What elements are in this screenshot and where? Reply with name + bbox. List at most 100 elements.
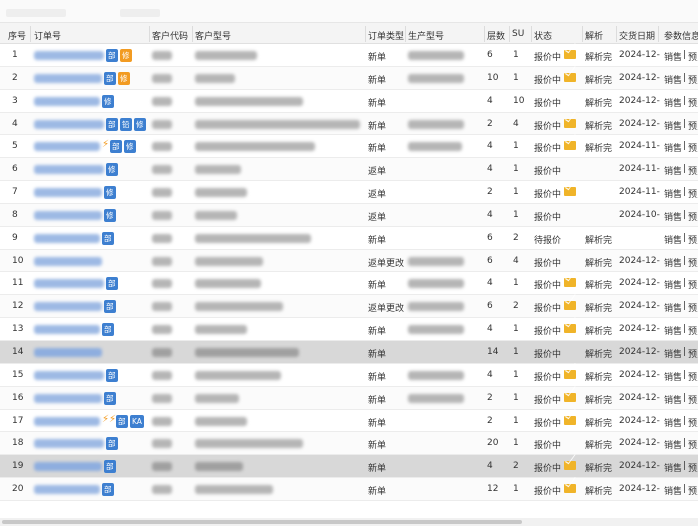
mail-icon[interactable] <box>564 72 576 82</box>
table-row[interactable]: 20 部 新单 12 1 报价中 解析完 2024-12- 销售|预览 <box>0 478 698 501</box>
order-number-link[interactable] <box>34 393 102 403</box>
order-number-link[interactable] <box>34 119 104 129</box>
sales-link[interactable]: 销售 <box>664 278 682 291</box>
preview-link[interactable]: 预览 <box>688 187 698 200</box>
sales-link[interactable]: 销售 <box>664 141 682 154</box>
sales-link[interactable]: 销售 <box>664 73 682 86</box>
preview-link[interactable]: 预览 <box>688 370 698 383</box>
table-row[interactable]: 5 ⚡部修 新单 4 1 报价中 解析完 2024-11- 销售|预览 <box>0 135 698 159</box>
col-production-model[interactable]: 生产型号 <box>408 29 444 42</box>
table-row[interactable]: 7 修 返单 2 1 报价中 2024-11- 销售|预览 <box>0 181 698 204</box>
preview-link[interactable]: 预览 <box>688 461 698 474</box>
sales-link[interactable]: 销售 <box>664 324 682 337</box>
table-row[interactable]: 8 修 返单 4 1 报价中 2024-10- 销售|预览 <box>0 203 698 227</box>
table-row[interactable]: 9 部 新单 6 2 待报价 解析完 销售|预览 <box>0 226 698 250</box>
sales-link[interactable]: 销售 <box>664 393 682 406</box>
table-row[interactable]: 3 修 新单 4 10 报价中 解析完 2024-12- 销售|预览 <box>0 89 698 113</box>
sales-link[interactable]: 销售 <box>664 484 682 497</box>
order-number-link[interactable] <box>34 416 100 426</box>
sales-link[interactable]: 销售 <box>664 438 682 451</box>
order-number-link[interactable] <box>34 142 100 152</box>
col-params[interactable]: 参数信息 <box>664 29 698 42</box>
sales-link[interactable]: 销售 <box>664 370 682 383</box>
sales-link[interactable]: 销售 <box>664 233 682 246</box>
table-row[interactable]: 4 部铅修 新单 2 4 报价中 解析完 2024-12- 销售|预览 <box>0 112 698 136</box>
mail-icon[interactable] <box>564 187 576 197</box>
sales-link[interactable]: 销售 <box>664 256 682 269</box>
preview-link[interactable]: 预览 <box>688 73 698 86</box>
preview-link[interactable]: 预览 <box>688 484 698 497</box>
order-number-link[interactable] <box>34 370 104 380</box>
preview-link[interactable]: 预览 <box>688 119 698 132</box>
order-number-link[interactable] <box>34 51 104 60</box>
sales-link[interactable]: 销售 <box>664 416 682 429</box>
col-customer-code[interactable]: 客户代码 <box>152 29 188 42</box>
col-order-no[interactable]: 订单号 <box>34 29 61 42</box>
preview-link[interactable]: 预览 <box>688 233 698 246</box>
sales-link[interactable]: 销售 <box>664 461 682 474</box>
sales-link[interactable]: 销售 <box>664 301 682 314</box>
col-seq[interactable]: 序号 <box>8 29 26 42</box>
order-number-link[interactable] <box>34 325 100 335</box>
order-number-link[interactable] <box>34 96 100 106</box>
preview-link[interactable]: 预览 <box>688 164 698 177</box>
preview-link[interactable]: 预览 <box>688 416 698 429</box>
order-number-link[interactable] <box>34 256 102 266</box>
table-row[interactable]: 13 部 新单 4 1 报价中 解析完 2024-12- 销售|预览 <box>0 318 698 341</box>
sales-link[interactable]: 销售 <box>664 119 682 132</box>
horizontal-scrollbar[interactable] <box>0 518 698 526</box>
col-parse[interactable]: 解析 <box>585 29 603 42</box>
mail-icon[interactable] <box>564 141 576 151</box>
order-number-link[interactable] <box>34 165 104 175</box>
table-row[interactable]: 2 部修 新单 10 1 报价中 解析完 2024-12- 销售|预览 <box>0 66 698 90</box>
order-number-link[interactable] <box>34 279 104 289</box>
order-number-link[interactable] <box>34 439 104 449</box>
order-number-link[interactable] <box>34 347 102 357</box>
preview-link[interactable]: 预览 <box>688 438 698 451</box>
table-row[interactable]: 11 部 新单 4 1 报价中 解析完 2024-12- 销售|预览 <box>0 272 698 296</box>
sales-link[interactable]: 销售 <box>664 96 682 109</box>
table-row[interactable]: 17 ⚡⚡部KA 新单 2 1 报价中 解析完 2024-12- 销售|预览 <box>0 409 698 433</box>
sales-link[interactable]: 销售 <box>664 187 682 200</box>
col-delivery-date[interactable]: 交货日期 <box>619 29 655 42</box>
mail-icon[interactable] <box>564 461 576 471</box>
order-number-link[interactable] <box>34 210 102 220</box>
col-order-type[interactable]: 订单类型 <box>368 29 404 42</box>
table-row[interactable]: 10 返单更改 6 4 报价中 解析完 2024-12- 销售|预览 <box>0 249 698 273</box>
col-layers[interactable]: 层数 <box>487 29 505 42</box>
preview-link[interactable]: 预览 <box>688 278 698 291</box>
col-su[interactable]: SU <box>512 29 524 39</box>
preview-link[interactable]: 预览 <box>688 324 698 337</box>
table-row[interactable]: 18 部 新单 20 1 报价中 解析完 2024-12- 销售|预览 <box>0 432 698 456</box>
mail-icon[interactable] <box>564 278 576 288</box>
mail-icon[interactable] <box>564 324 576 334</box>
mail-icon[interactable] <box>564 369 576 379</box>
scrollbar-thumb[interactable] <box>2 520 522 524</box>
preview-link[interactable]: 预览 <box>688 301 698 314</box>
mail-icon[interactable] <box>564 484 576 494</box>
table-row[interactable]: 12 部 返单更改 6 2 报价中 解析完 2024-12- 销售|预览 <box>0 295 698 319</box>
mail-icon[interactable] <box>564 415 576 425</box>
table-row[interactable]: 15 部 新单 4 1 报价中 解析完 2024-12- 销售|预览 <box>0 363 698 387</box>
sales-link[interactable]: 销售 <box>664 164 682 177</box>
table-row[interactable]: 16 部 新单 2 1 报价中 解析完 2024-12- 销售|预览 <box>0 386 698 410</box>
order-number-link[interactable] <box>34 233 100 243</box>
preview-link[interactable]: 预览 <box>688 210 698 223</box>
order-number-link[interactable] <box>34 73 102 83</box>
preview-link[interactable]: 预览 <box>688 256 698 269</box>
sales-link[interactable]: 销售 <box>664 347 682 360</box>
sales-link[interactable]: 销售 <box>664 210 682 223</box>
order-number-link[interactable] <box>34 302 102 312</box>
preview-link[interactable]: 预览 <box>688 393 698 406</box>
preview-link[interactable]: 预览 <box>688 141 698 154</box>
col-status[interactable]: 状态 <box>534 29 552 42</box>
sales-link[interactable]: 销售 <box>664 50 682 63</box>
table-row[interactable]: 1 部修 新单 6 1 报价中 解析完 2024-12- 销售|预览 <box>0 44 698 67</box>
mail-icon[interactable] <box>564 50 576 59</box>
mail-icon[interactable] <box>564 392 576 402</box>
order-number-link[interactable] <box>34 485 100 495</box>
preview-link[interactable]: 预览 <box>688 50 698 63</box>
mail-icon[interactable] <box>564 301 576 311</box>
order-number-link[interactable] <box>34 188 102 198</box>
table-row[interactable]: 6 修 返单 4 1 报价中 2024-11- 销售|预览 <box>0 158 698 182</box>
